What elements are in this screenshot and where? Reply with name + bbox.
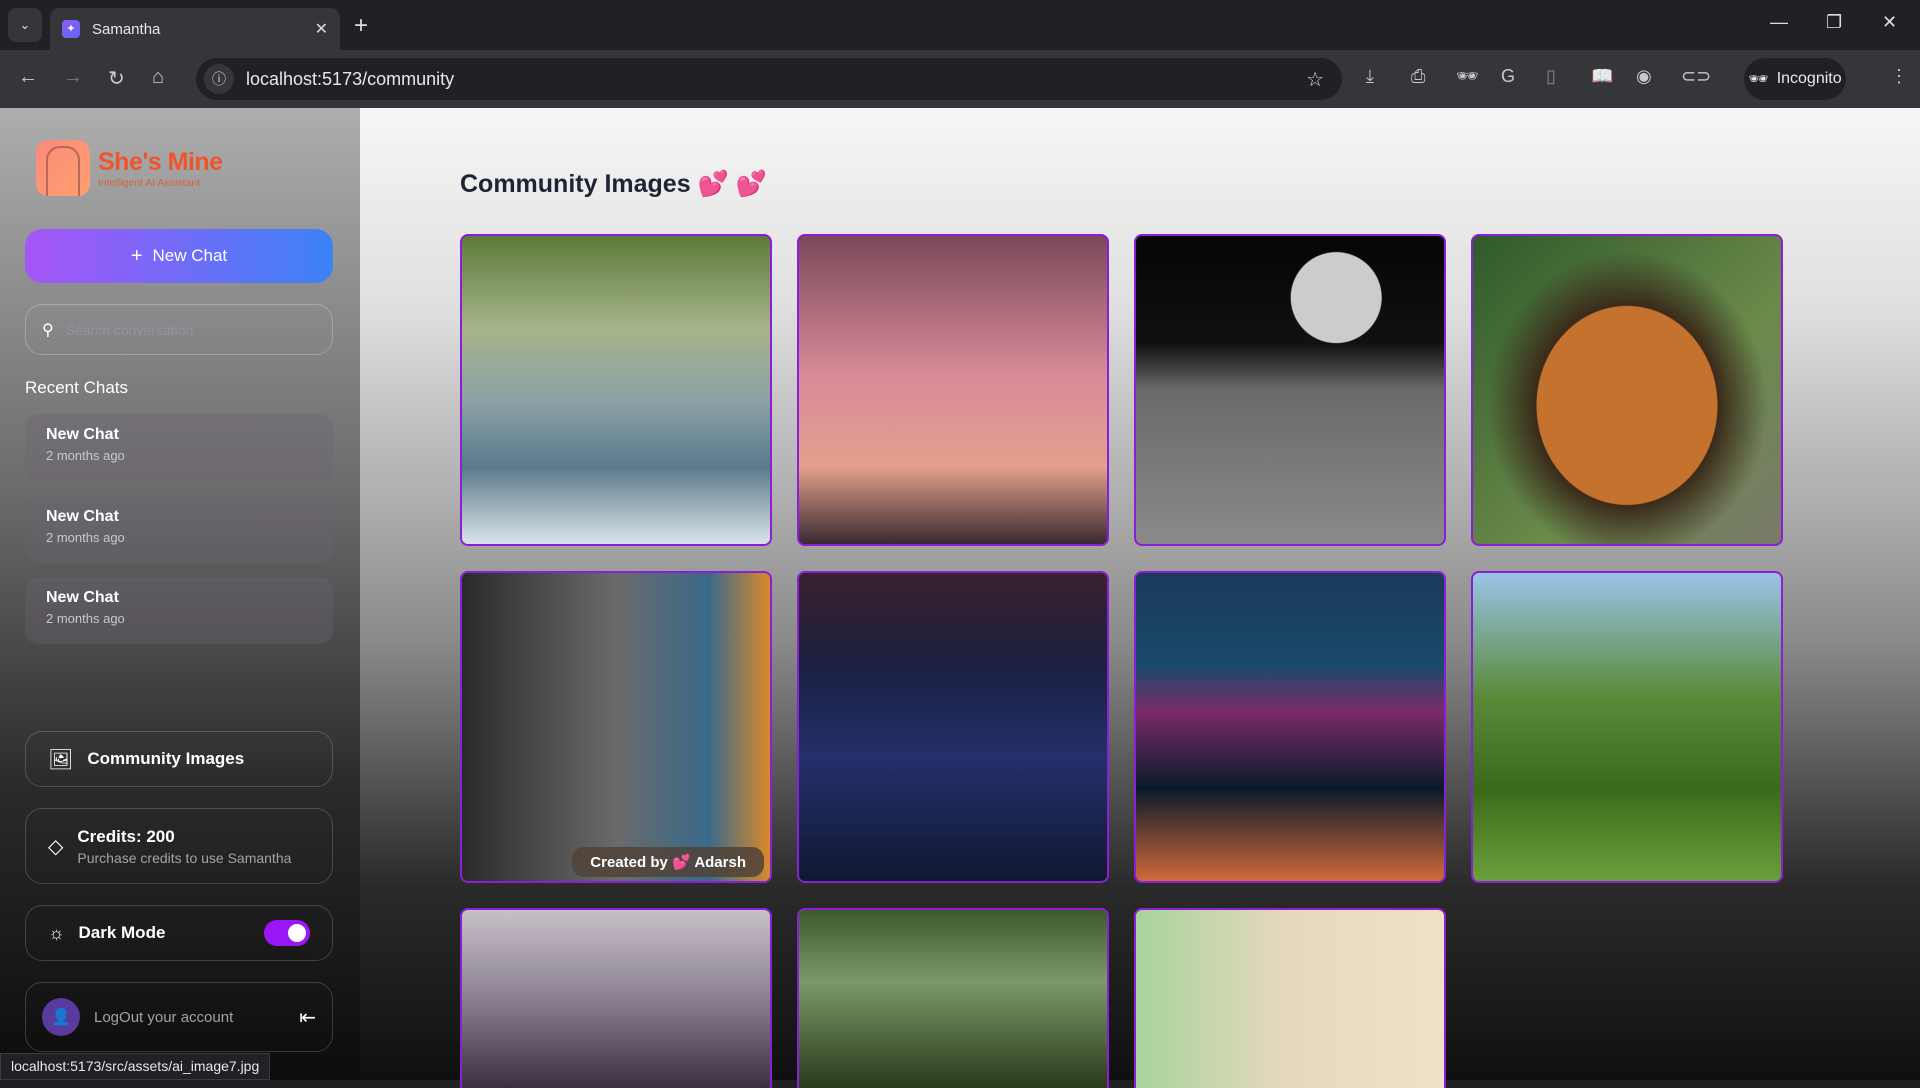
caption-heart-icon: 💕 bbox=[672, 854, 691, 871]
translate-icon[interactable]: G bbox=[1501, 66, 1515, 87]
menu-icon[interactable]: ⋮ bbox=[1890, 66, 1908, 87]
back-button[interactable]: ← bbox=[18, 66, 38, 89]
chat-time: 2 months ago bbox=[46, 448, 125, 463]
address-bar[interactable]: ⓘ localhost:5173/community ☆ bbox=[196, 58, 1342, 100]
recent-chats-heading: Recent Chats bbox=[25, 378, 128, 397]
logo-subtitle: Intelligent AI Assistant bbox=[98, 176, 201, 189]
restore-button[interactable]: ❐ bbox=[1826, 12, 1842, 33]
incognito-icon[interactable]: 🕶 bbox=[1456, 66, 1479, 87]
minimize-button[interactable]: — bbox=[1770, 12, 1788, 33]
dark-mode-label: Dark Mode bbox=[78, 923, 166, 942]
community-image[interactable] bbox=[1134, 908, 1446, 1088]
plus-icon: + bbox=[130, 244, 143, 267]
dark-mode-toggle[interactable] bbox=[264, 920, 310, 946]
favicon-icon: ✦ bbox=[62, 20, 80, 38]
logout-card[interactable]: 👤 LogOut your account ⇤ bbox=[25, 982, 333, 1052]
tab-title: Samantha bbox=[92, 20, 161, 38]
close-tab-icon[interactable]: ✕ bbox=[315, 19, 328, 39]
link-icon[interactable]: ⊂⊃ bbox=[1681, 66, 1711, 87]
new-chat-button[interactable]: + New Chat bbox=[25, 229, 333, 283]
close-window-button[interactable]: ✕ bbox=[1882, 12, 1897, 33]
chat-item[interactable]: New Chat 2 months ago bbox=[25, 414, 333, 481]
diamond-icon: ◇ bbox=[48, 835, 64, 858]
reading-mode-icon[interactable]: 📖 bbox=[1591, 66, 1613, 87]
home-button[interactable]: ⌂ bbox=[152, 66, 164, 89]
community-image[interactable] bbox=[797, 234, 1109, 546]
browser-tab[interactable]: ✦ Samantha ✕ bbox=[50, 8, 340, 50]
incognito-badge[interactable]: 🕶 Incognito bbox=[1744, 58, 1846, 100]
incognito-label: Incognito bbox=[1776, 70, 1842, 87]
community-image[interactable] bbox=[797, 571, 1109, 883]
chat-time: 2 months ago bbox=[46, 530, 125, 545]
chat-item[interactable]: New Chat 2 months ago bbox=[25, 496, 333, 563]
reload-button[interactable]: ↻ bbox=[108, 66, 125, 91]
chat-name: New Chat bbox=[46, 589, 119, 606]
community-images-button[interactable]: 🖼 Community Images bbox=[25, 731, 333, 787]
download-icon[interactable]: ⤓ bbox=[1366, 66, 1374, 87]
url-text[interactable]: localhost:5173/community bbox=[246, 69, 454, 90]
logo-icon bbox=[36, 140, 90, 196]
caption-author: Adarsh bbox=[694, 854, 746, 871]
sun-icon: ☼ bbox=[48, 922, 65, 943]
new-tab-button[interactable]: + bbox=[354, 12, 368, 40]
chat-name: New Chat bbox=[46, 508, 119, 525]
logo-title: She's Mine bbox=[98, 147, 223, 176]
dark-mode-row: ☼ Dark Mode bbox=[25, 905, 333, 961]
lens-icon[interactable]: ◉ bbox=[1636, 66, 1652, 87]
logo: She's Mine Intelligent AI Assistant bbox=[36, 140, 223, 196]
status-bar-url: localhost:5173/src/assets/ai_image7.jpg bbox=[0, 1053, 271, 1080]
chat-time: 2 months ago bbox=[46, 611, 125, 626]
incognito-icon: 🕶 bbox=[1748, 71, 1769, 88]
devices-icon[interactable]: ▯ bbox=[1546, 66, 1556, 87]
logout-label: LogOut your account bbox=[94, 1008, 234, 1026]
credits-label: Credits: 200 bbox=[77, 826, 175, 846]
image-caption: Created by 💕 Adarsh bbox=[572, 847, 764, 877]
credits-subtitle: Purchase credits to use Samantha bbox=[77, 849, 292, 866]
community-image[interactable] bbox=[1134, 571, 1446, 883]
community-image[interactable] bbox=[1471, 234, 1783, 546]
print-icon[interactable]: ⎙ bbox=[1411, 66, 1425, 87]
community-label: Community Images bbox=[87, 749, 245, 768]
community-image[interactable] bbox=[460, 908, 772, 1088]
community-image[interactable] bbox=[1134, 234, 1446, 546]
page-title-text: Community Images bbox=[460, 170, 691, 198]
credits-card[interactable]: ◇ Credits: 200 Purchase credits to use Sam… bbox=[25, 808, 333, 884]
tab-search-button[interactable]: ⌄ bbox=[8, 8, 42, 42]
caption-prefix: Created by bbox=[590, 854, 668, 871]
forward-button[interactable]: → bbox=[63, 66, 83, 89]
community-image[interactable] bbox=[460, 234, 772, 546]
search-box[interactable]: ⚲ bbox=[25, 304, 333, 355]
hearts-emoji: 💕 💕 bbox=[697, 170, 767, 198]
bookmark-star-icon[interactable]: ☆ bbox=[1306, 67, 1324, 92]
chat-item[interactable]: New Chat 2 months ago bbox=[25, 577, 333, 644]
user-avatar-icon: 👤 bbox=[42, 998, 80, 1036]
site-info-icon[interactable]: ⓘ bbox=[204, 64, 234, 94]
community-image[interactable]: Created by 💕 Adarsh bbox=[460, 571, 772, 883]
chat-name: New Chat bbox=[46, 426, 119, 443]
community-image[interactable] bbox=[1471, 571, 1783, 883]
community-image[interactable] bbox=[797, 908, 1109, 1088]
logout-icon[interactable]: ⇤ bbox=[299, 1005, 316, 1030]
search-icon: ⚲ bbox=[42, 321, 54, 339]
new-chat-label: New Chat bbox=[152, 246, 228, 265]
page-title: Community Images 💕 💕 bbox=[460, 170, 767, 199]
search-input[interactable] bbox=[65, 321, 306, 338]
image-icon: 🖼 bbox=[48, 748, 74, 771]
